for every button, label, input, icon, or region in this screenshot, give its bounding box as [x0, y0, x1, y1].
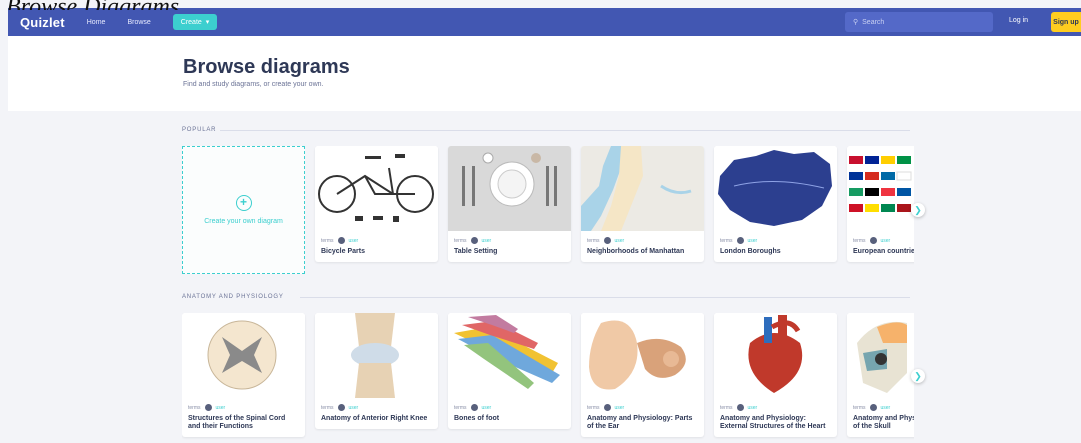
- create-label: Create: [180, 18, 202, 26]
- diagram-card[interactable]: terms user Bones of foot: [448, 313, 571, 429]
- quizlet-logo[interactable]: Quizlet: [20, 15, 65, 30]
- plus-icon: +: [235, 194, 252, 211]
- diagram-card[interactable]: terms user Structures of the Spinal Cord …: [182, 313, 305, 437]
- page-title: Browse diagrams: [183, 56, 350, 78]
- search-input[interactable]: ⚲ Search: [845, 12, 993, 32]
- diagram-title: Anatomy and Physiology: Parts of the Ear: [587, 415, 693, 430]
- diagram-title: Bones of foot: [454, 415, 500, 422]
- diagram-card[interactable]: terms user Bicycle Parts: [315, 146, 438, 262]
- avatar: [869, 404, 877, 411]
- diagram-title: Anatomy and Physiology: Bones of the Sku…: [853, 415, 914, 430]
- chevron-right-icon: ❯: [914, 370, 922, 381]
- diagram-title: Bicycle Parts: [321, 248, 365, 255]
- diagram-card[interactable]: terms user Anatomy and Physiology: Parts …: [581, 313, 704, 437]
- diagram-thumbnail: [847, 313, 914, 398]
- diagram-card[interactable]: terms user Neighborhoods of Manhattan: [581, 146, 704, 262]
- diagram-thumbnail: [182, 313, 305, 398]
- chevron-right-icon: ❯: [914, 204, 922, 215]
- search-icon: ⚲: [853, 19, 859, 26]
- page-caption: Browse Diagrams: [6, 0, 179, 10]
- diagram-thumbnail: [448, 313, 571, 398]
- avatar: [470, 237, 478, 244]
- diagram-card[interactable]: termsuser Anatomy and Physiology: Bones …: [847, 313, 914, 437]
- diagram-card[interactable]: terms user London Boroughs: [714, 146, 837, 262]
- create-diagram-card[interactable]: + Create your own diagram: [182, 146, 305, 274]
- diagram-title: Anatomy of Anterior Right Knee: [321, 415, 428, 422]
- avatar: [603, 404, 611, 411]
- avatar: [736, 237, 744, 244]
- section-label-popular: Popular: [182, 127, 217, 133]
- section-divider: [300, 297, 910, 298]
- avatar: [736, 404, 744, 411]
- avatar: [337, 237, 345, 244]
- avatar: [337, 404, 345, 411]
- chevron-down-icon: ▾: [205, 19, 210, 26]
- carousel-next-button[interactable]: ❯: [911, 369, 925, 383]
- search-placeholder: Search: [862, 18, 885, 26]
- diagram-thumbnail: [448, 146, 571, 231]
- carousel-next-button[interactable]: ❯: [911, 203, 925, 217]
- create-dropdown-button[interactable]: Create ▾: [172, 14, 218, 30]
- avatar: [204, 404, 212, 411]
- avatar: [603, 237, 611, 244]
- section-divider: [220, 130, 910, 131]
- diagram-card[interactable]: terms user Table Setting: [448, 146, 571, 262]
- nav-browse-link[interactable]: Browse: [127, 19, 150, 26]
- avatar: [470, 404, 478, 411]
- diagram-thumbnail: [714, 313, 837, 398]
- nav-home-link[interactable]: Home: [87, 19, 106, 26]
- diagram-title: Anatomy and Physiology: External Structu…: [720, 415, 826, 430]
- diagram-title: Structures of the Spinal Cord and their …: [188, 415, 286, 430]
- page-subtitle: Find and study diagrams, or create your …: [183, 81, 324, 88]
- diagram-title: Neighborhoods of Manhattan: [587, 248, 685, 255]
- create-diagram-label: Create your own diagram: [204, 217, 283, 225]
- diagram-title: London Boroughs: [720, 248, 781, 255]
- avatar: [869, 237, 877, 244]
- diagram-card[interactable]: terms user European countries: [847, 146, 914, 262]
- section-label-anatomy: Anatomy and Physiology: [182, 294, 284, 300]
- diagram-thumbnail: [581, 313, 704, 398]
- login-link[interactable]: Log in: [1009, 17, 1028, 24]
- popular-diagrams-row: + Create your own diagram terms user Bicy…: [182, 146, 914, 274]
- anatomy-diagrams-row: terms user Structures of the Spinal Cord …: [182, 313, 914, 443]
- diagram-card[interactable]: terms user Anatomy of Anterior Right Knee: [315, 313, 438, 429]
- diagram-thumbnail: [847, 146, 914, 231]
- hero-header: Browse diagrams Find and study diagrams,…: [8, 36, 1081, 111]
- diagram-thumbnail: [714, 146, 837, 231]
- diagram-title: Table Setting: [454, 248, 498, 255]
- diagram-thumbnail: [315, 146, 438, 231]
- diagram-card[interactable]: terms user Anatomy and Physiology: Extern…: [714, 313, 837, 437]
- top-navigation-bar: Quizlet Home Browse Create ▾ ⚲ Search Lo…: [8, 8, 1081, 36]
- diagram-thumbnail: [581, 146, 704, 231]
- diagram-thumbnail: [315, 313, 438, 398]
- signup-button[interactable]: Sign up: [1051, 12, 1081, 32]
- diagram-title: European countries: [853, 248, 914, 255]
